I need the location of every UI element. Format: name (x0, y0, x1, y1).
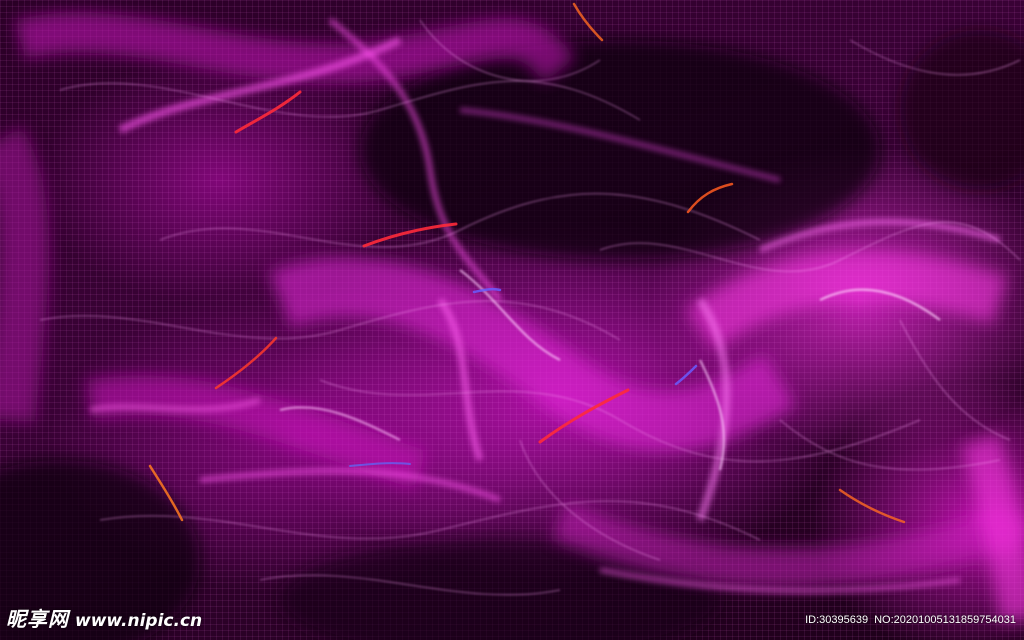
smoke-swirls-artwork (0, 2, 1024, 640)
watermark-right: ID:30395639 NO:20201005131859754031 (805, 614, 1016, 626)
watermark-left: 昵享网 www.nipic.cn (6, 603, 202, 632)
watermark-url: www.nipic.cn (75, 611, 203, 631)
watermark-brand: 昵享网 (6, 607, 69, 631)
watermark-id: ID:30395639 (805, 614, 869, 626)
watermark-no: NO:20201005131859754031 (874, 614, 1016, 626)
abstract-background-image: 昵享网 www.nipic.cn ID:30395639 NO:20201005… (0, 0, 1024, 640)
